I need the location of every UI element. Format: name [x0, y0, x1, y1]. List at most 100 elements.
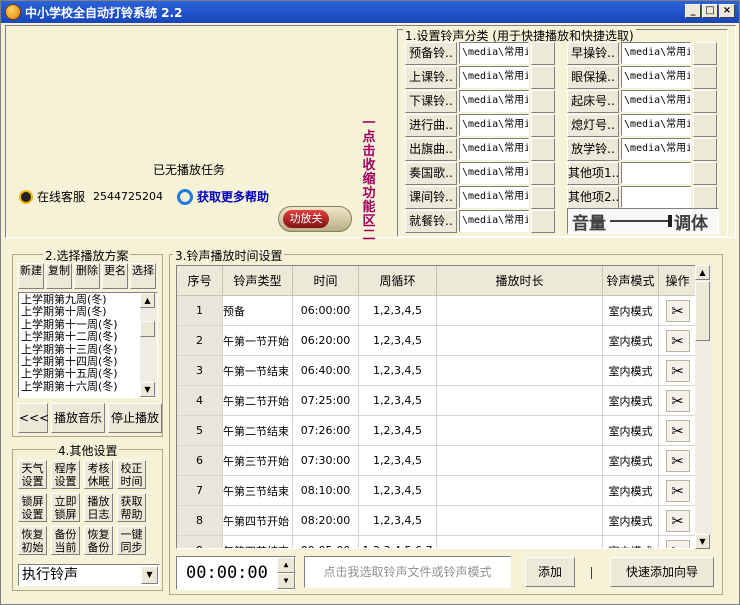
- bell-path-field[interactable]: [621, 162, 691, 184]
- bell-category-button[interactable]: 其他项1..: [567, 161, 619, 185]
- bell-browse-button[interactable]: [531, 113, 555, 137]
- bell-category-button[interactable]: 早操铃..: [567, 41, 619, 65]
- tools-icon[interactable]: ✂: [665, 329, 690, 352]
- minimize-button[interactable]: _: [685, 4, 701, 18]
- tools-icon[interactable]: ✂: [665, 359, 690, 382]
- add-button[interactable]: 添加: [525, 557, 575, 587]
- volume-slider-thumb[interactable]: [668, 215, 672, 227]
- bell-path-field[interactable]: \media\常用i: [621, 138, 691, 160]
- bell-category-button[interactable]: 起床号..: [567, 89, 619, 113]
- table-row[interactable]: 1 预备 06:00:00 1,2,3,4,5 室内模式 ✂: [177, 296, 697, 326]
- plan-toolbar-button[interactable]: 复制: [46, 263, 72, 289]
- table-row[interactable]: 8 午第四节开始 08:20:00 1,2,3,4,5 室内模式 ✂: [177, 506, 697, 536]
- tools-icon[interactable]: ✂: [665, 299, 690, 322]
- column-header[interactable]: 时间: [293, 266, 359, 296]
- scroll-down-arrow-icon[interactable]: ▼: [695, 534, 710, 549]
- bell-browse-button[interactable]: [531, 65, 555, 89]
- column-header[interactable]: 铃声模式: [603, 266, 659, 296]
- bell-path-field[interactable]: \media\常用i: [459, 42, 529, 64]
- column-header[interactable]: 播放时长: [437, 266, 603, 296]
- maximize-button[interactable]: □: [702, 4, 718, 18]
- bell-category-button[interactable]: 就餐铃..: [405, 209, 457, 233]
- bell-path-field[interactable]: \media\常用i: [459, 66, 529, 88]
- tools-icon[interactable]: ✂: [665, 419, 690, 442]
- scroll-up-arrow-icon[interactable]: ▲: [140, 293, 155, 308]
- bell-browse-button[interactable]: [531, 89, 555, 113]
- table-row[interactable]: 9午第四节结束09:05:001,2,3,4,5,6,7 室内模式 ✂: [177, 536, 697, 548]
- bell-path-field[interactable]: \media\常用i: [459, 186, 529, 208]
- list-item[interactable]: 上学期第十六周(冬): [21, 380, 139, 393]
- scroll-thumb[interactable]: [695, 281, 710, 341]
- bell-category-button[interactable]: 课间铃..: [405, 185, 457, 209]
- other-settings-button[interactable]: 程序设置: [51, 460, 80, 489]
- plan-toolbar-button[interactable]: 删除: [74, 263, 100, 289]
- bell-path-field[interactable]: \media\常用i: [621, 114, 691, 136]
- bell-browse-button[interactable]: [531, 209, 555, 233]
- table-row[interactable]: 7 午第三节结束 08:10:00 1,2,3,4,5 室内模式 ✂: [177, 476, 697, 506]
- bell-browse-button[interactable]: [693, 65, 717, 89]
- plan-toolbar-button[interactable]: 更名: [102, 263, 128, 289]
- bell-category-button[interactable]: 上课铃..: [405, 65, 457, 89]
- time-down-icon[interactable]: ▼: [277, 573, 295, 589]
- table-row[interactable]: 4 午第二节开始 07:25:00 1,2,3,4,5 室内模式 ✂: [177, 386, 697, 416]
- tools-icon[interactable]: ✂: [665, 389, 690, 412]
- play-music-button[interactable]: 播放音乐: [51, 403, 105, 433]
- bell-browse-button[interactable]: [693, 185, 717, 209]
- bell-category-button[interactable]: 下课铃..: [405, 89, 457, 113]
- other-settings-button[interactable]: 恢复初始: [18, 526, 47, 555]
- scroll-down-arrow-icon[interactable]: ▼: [140, 382, 155, 397]
- bell-browse-button[interactable]: [693, 137, 717, 161]
- column-header[interactable]: 铃声类型: [223, 266, 293, 296]
- bell-category-button[interactable]: 预备铃..: [405, 41, 457, 65]
- quick-add-wizard-button[interactable]: 快速添加向导: [610, 557, 714, 587]
- other-settings-button[interactable]: 一键同步: [117, 526, 146, 555]
- ringtone-file-picker[interactable]: 点击我选取铃声文件或铃声模式: [304, 556, 511, 588]
- bell-browse-button[interactable]: [531, 185, 555, 209]
- bell-category-button[interactable]: 放学铃..: [567, 137, 619, 161]
- bell-path-field[interactable]: \media\常用i: [459, 90, 529, 112]
- plan-toolbar-button[interactable]: 新建: [18, 263, 44, 289]
- other-settings-button[interactable]: 校正时间: [117, 460, 146, 489]
- scroll-thumb[interactable]: [140, 321, 155, 337]
- tools-icon[interactable]: ✂: [665, 449, 690, 472]
- help-link[interactable]: 获取更多帮助: [197, 188, 269, 205]
- bell-category-button[interactable]: 熄灯号..: [567, 113, 619, 137]
- bell-category-button[interactable]: 出旗曲..: [405, 137, 457, 161]
- list-item[interactable]: 上学期第十五周(冬): [21, 368, 139, 381]
- plan-list-scrollbar[interactable]: ▲ ▼: [140, 293, 157, 397]
- stop-play-button[interactable]: 停止播放: [108, 403, 162, 433]
- bell-path-field[interactable]: \media\常用i: [621, 42, 691, 64]
- bell-path-field[interactable]: \media\常用i: [621, 66, 691, 88]
- other-settings-button[interactable]: 考核休眠: [84, 460, 113, 489]
- close-button[interactable]: ×: [719, 4, 735, 18]
- bell-category-button[interactable]: 进行曲..: [405, 113, 457, 137]
- volume-slider[interactable]: [610, 215, 672, 227]
- time-up-icon[interactable]: ▲: [277, 557, 295, 573]
- other-settings-button[interactable]: 立即锁屏: [51, 493, 80, 522]
- collapse-area-button[interactable]: 一点击收缩功能区二: [361, 117, 377, 243]
- bell-browse-button[interactable]: [693, 113, 717, 137]
- bell-browse-button[interactable]: [693, 161, 717, 185]
- bell-path-field[interactable]: \media\常用i: [459, 162, 529, 184]
- other-settings-button[interactable]: 锁屏设置: [18, 493, 47, 522]
- list-item[interactable]: 上学期第十周(冬): [21, 305, 139, 318]
- tools-icon[interactable]: ✂: [665, 539, 690, 548]
- bell-path-field[interactable]: \media\常用i: [621, 90, 691, 112]
- back-button[interactable]: <<<: [18, 403, 49, 433]
- scroll-up-arrow-icon[interactable]: ▲: [695, 265, 710, 280]
- bell-path-field[interactable]: [621, 186, 691, 208]
- bell-category-button[interactable]: 其他项2..: [567, 185, 619, 209]
- bell-browse-button[interactable]: [531, 137, 555, 161]
- other-settings-button[interactable]: 获取帮助: [117, 493, 146, 522]
- table-row[interactable]: 5 午第二节结束 07:26:00 1,2,3,4,5 室内模式 ✂: [177, 416, 697, 446]
- online-support-label[interactable]: 在线客服: [37, 188, 85, 205]
- other-settings-button[interactable]: 播放日志: [84, 493, 113, 522]
- bell-path-field[interactable]: \media\常用i: [459, 210, 529, 232]
- bell-browse-button[interactable]: [693, 41, 717, 65]
- plan-list[interactable]: 上学期第九周(冬) 上学期第十周(冬) 上学期第十一周(冬) 上学期第十二周(冬) 上学…: [18, 292, 158, 398]
- column-header[interactable]: 周循环: [359, 266, 437, 296]
- bell-category-button[interactable]: 眼保操..: [567, 65, 619, 89]
- plan-toolbar-button[interactable]: 选择: [130, 263, 156, 289]
- table-row[interactable]: 6 午第三节开始 07:30:00 1,2,3,4,5 室内模式 ✂: [177, 446, 697, 476]
- other-settings-button[interactable]: 备份当前: [51, 526, 80, 555]
